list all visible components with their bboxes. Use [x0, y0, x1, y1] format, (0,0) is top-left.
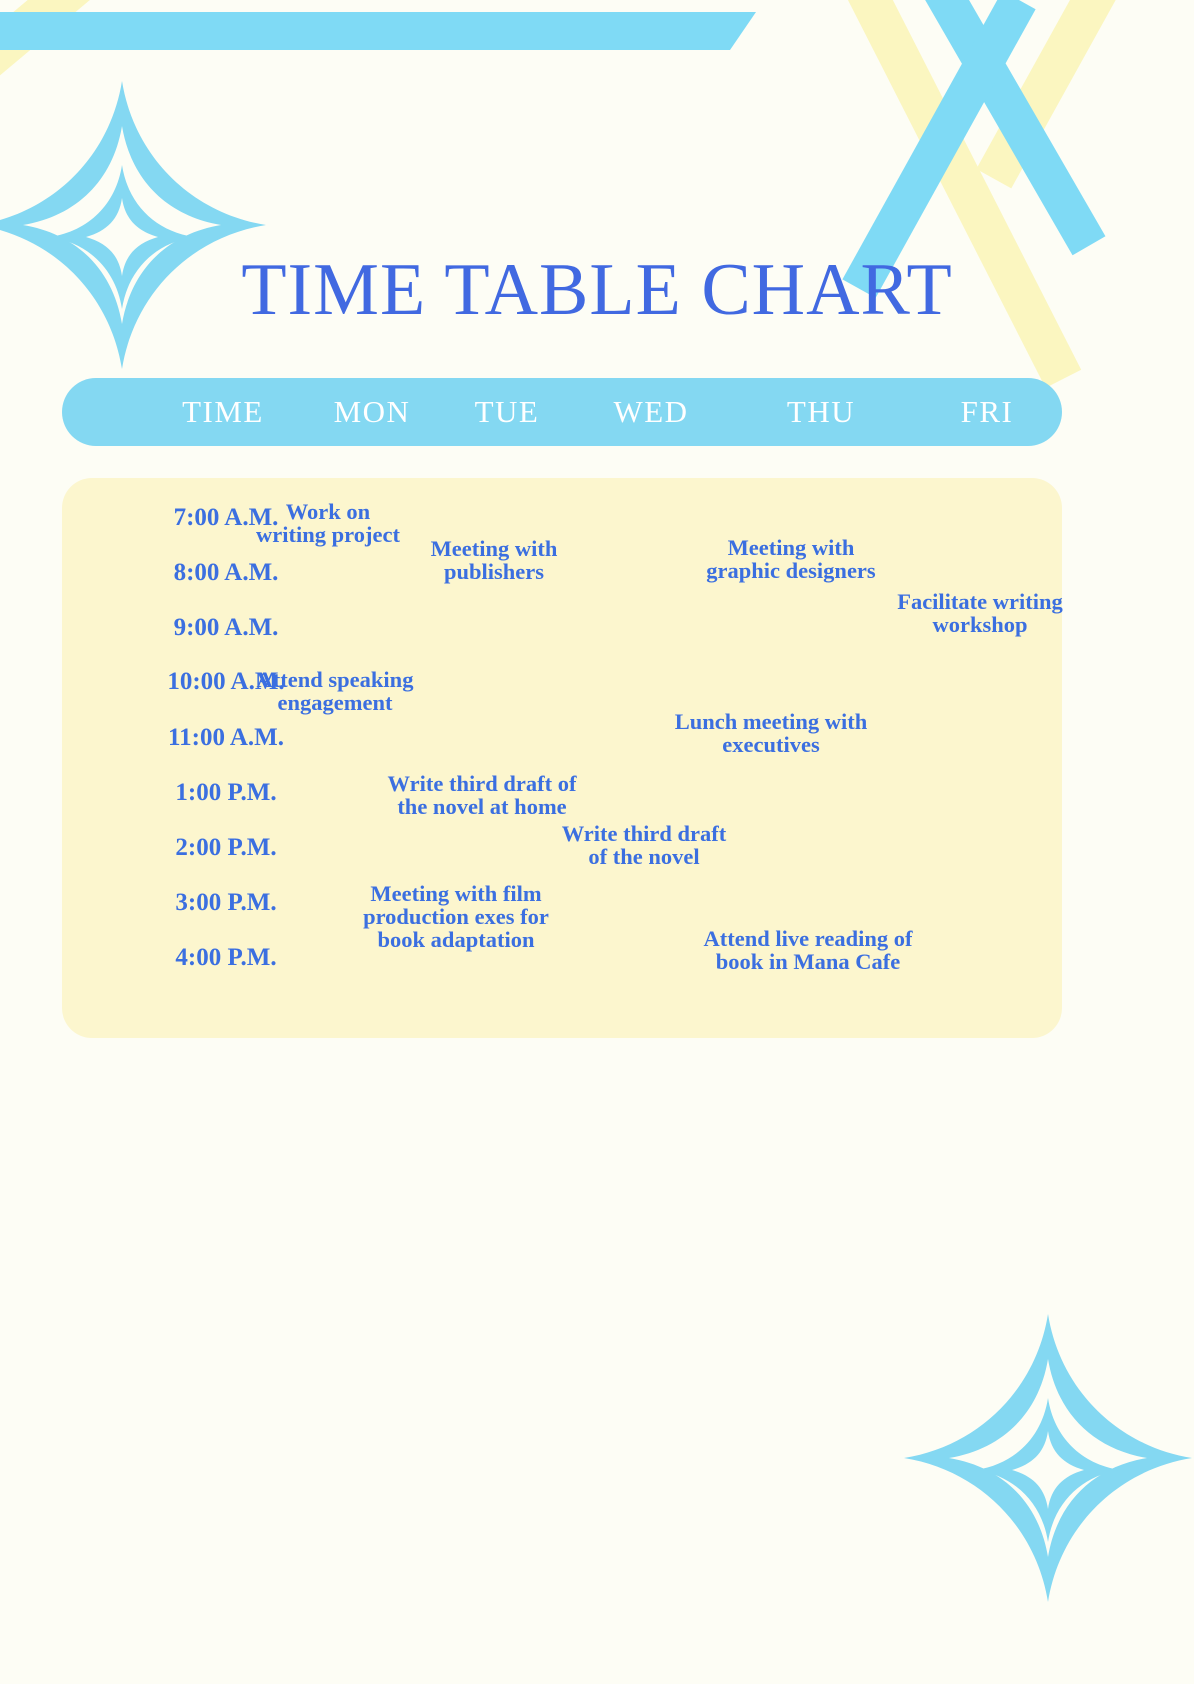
- entry-thu-meeting-with-graphic-designers: Meeting with graphic designers: [706, 535, 876, 584]
- time-label-0400pm: 4:00 P.M.: [175, 944, 277, 971]
- entry-tue-meeting-with-publishers: Meeting with publishers: [430, 536, 558, 585]
- entry-tue-meeting-with-film-production: Meeting with film production exes for bo…: [363, 881, 549, 953]
- yellow-diagonal-ribbon-top-left: [0, 0, 215, 166]
- day-header-bar: TIME MON TUE WED THU FRI: [62, 378, 1062, 446]
- entry-mon-attend-speaking-engagement: Attend speaking engagement: [256, 667, 414, 716]
- page-title: TIME TABLE CHART: [241, 249, 953, 331]
- yellow-diagonal-ribbon-right-b: [976, 0, 1133, 189]
- time-label-0100pm: 1:00 P.M.: [175, 779, 277, 806]
- entry-wed-write-third-draft: Write third draft of the novel: [561, 821, 727, 870]
- column-header-fri: FRI: [960, 394, 1014, 429]
- blue-horizontal-ribbon-top: [0, 12, 756, 50]
- time-label-0800am: 8:00 A.M.: [173, 559, 279, 586]
- time-label-0900am: 9:00 A.M.: [173, 614, 279, 641]
- entry-fri-facilitate-writing-workshop: Facilitate writing workshop: [897, 589, 1063, 638]
- entry-tue-write-third-draft-at-home: Write third draft of the novel at home: [387, 771, 577, 820]
- entry-thu-lunch-meeting-with-executives: Lunch meeting with executives: [674, 709, 868, 758]
- entry-mon-work-on-writing-project: Work on writing project: [256, 499, 400, 548]
- timetable-page: TIME TABLE CHART TIME MON TUE WED THU FR…: [0, 0, 1194, 1684]
- time-label-0200pm: 2:00 P.M.: [175, 834, 277, 861]
- blue-diagonal-ribbon-right-a: [907, 0, 1106, 256]
- sparkle-icon-bottom-right: [904, 1314, 1192, 1602]
- entry-thu-attend-live-reading: Attend live reading of book in Mana Cafe: [703, 926, 913, 975]
- time-label-1100am: 11:00 A.M.: [168, 724, 284, 751]
- schedule-body-panel: 7:00 A.M. 8:00 A.M. 9:00 A.M. 10:00 A.M.…: [62, 478, 1063, 1038]
- time-label-0300pm: 3:00 P.M.: [175, 889, 277, 916]
